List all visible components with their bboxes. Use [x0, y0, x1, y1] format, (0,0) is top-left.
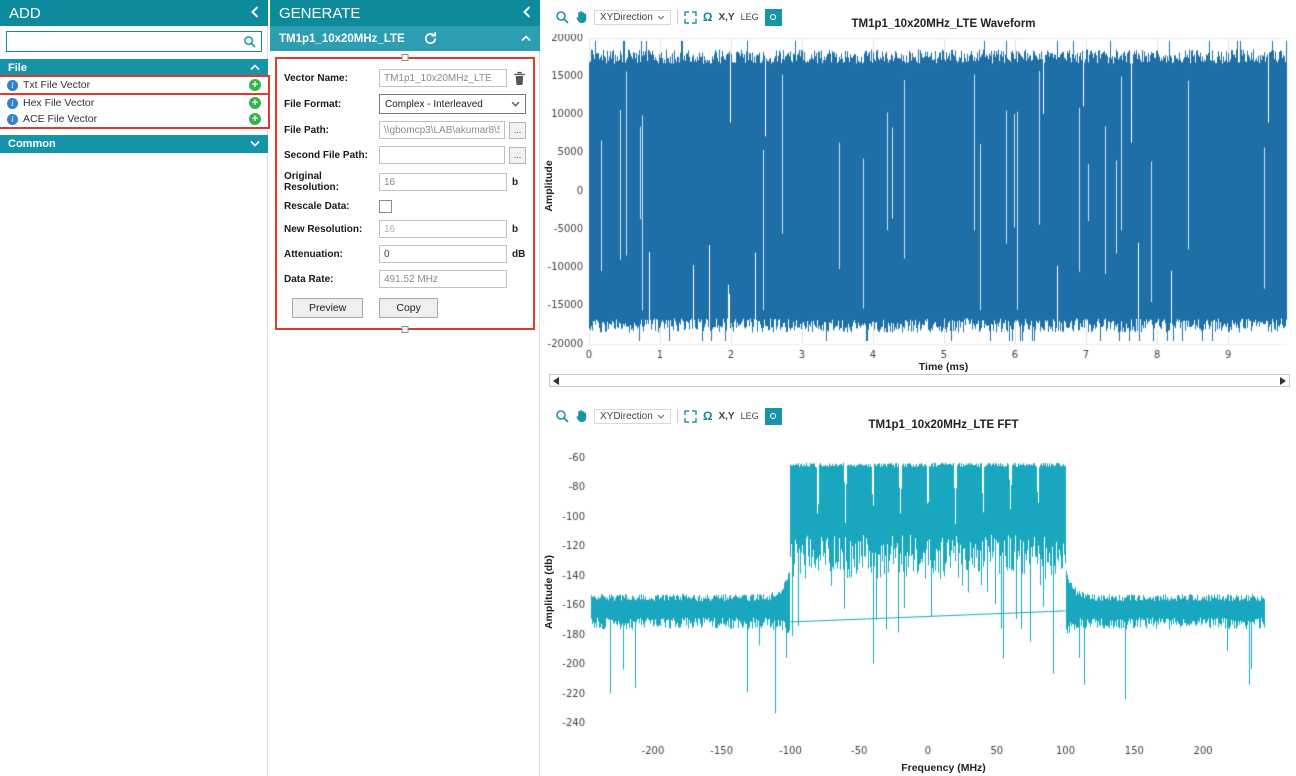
vector-type-label: Txt File Vector: [23, 79, 90, 91]
attenuation-row: Attenuation: dB: [284, 245, 526, 263]
chevron-up-icon: [250, 62, 260, 74]
browse-file-button[interactable]: ...: [509, 122, 526, 139]
original-resolution-unit: b: [512, 177, 526, 188]
pan-hand-icon[interactable]: [575, 10, 588, 24]
vector-name-label: Vector Name:: [284, 73, 379, 84]
delete-vector-button[interactable]: [513, 71, 526, 85]
refresh-icon[interactable]: [423, 31, 438, 46]
rescale-data-label: Rescale Data:: [284, 201, 379, 212]
chevron-down-icon: [511, 99, 520, 110]
list-item-hex-file-vector[interactable]: i Hex File Vector +: [0, 95, 268, 111]
waveform-x-axis-label: Time (ms): [601, 361, 1286, 373]
file-format-label: File Format:: [284, 99, 379, 110]
vector-tab-bar[interactable]: TM1p1_10x20MHz_LTE: [270, 26, 540, 51]
add-panel: ADD File i Txt File Vector +: [0, 0, 268, 776]
add-panel-header: ADD: [0, 0, 268, 26]
add-icon[interactable]: +: [249, 113, 261, 125]
scroll-left-icon[interactable]: [553, 377, 559, 385]
txt-vector-highlight-box: i Txt File Vector +: [0, 77, 268, 93]
fft-chart-title: TM1p1_10x20MHz_LTE FFT: [601, 419, 1286, 431]
common-section-label: Common: [8, 138, 56, 150]
chevron-up-icon[interactable]: [521, 35, 531, 42]
zoom-icon[interactable]: [555, 409, 569, 423]
fft-x-axis-label: Frequency (MHz): [601, 762, 1286, 774]
add-icon[interactable]: +: [249, 97, 261, 109]
vector-name-field[interactable]: [379, 69, 507, 87]
scroll-right-icon[interactable]: [1280, 377, 1286, 385]
search-icon[interactable]: [243, 35, 256, 51]
charts-area: XYDirection Ω X,Y LEG TM1p1_10x20MHz_LTE…: [541, 0, 1296, 776]
info-icon[interactable]: i: [7, 80, 18, 91]
generate-form-highlight-box: Vector Name: File Format: Complex - Inte…: [275, 57, 535, 330]
vector-type-label: Hex File Vector: [23, 97, 94, 109]
new-resolution-label: New Resolution:: [284, 224, 379, 235]
file-format-value: Complex - Interleaved: [385, 99, 483, 110]
new-resolution-row: New Resolution: b: [284, 220, 526, 238]
rescale-data-checkbox[interactable]: [379, 200, 392, 213]
search-area: [0, 26, 268, 59]
preview-button[interactable]: Preview: [292, 298, 363, 318]
data-rate-row: Data Rate:: [284, 270, 526, 288]
generate-panel-title: GENERATE: [279, 5, 360, 22]
file-path-label: File Path:: [284, 125, 379, 136]
add-icon[interactable]: +: [249, 79, 261, 91]
second-file-path-field[interactable]: [379, 146, 505, 164]
search-input[interactable]: [6, 31, 262, 52]
original-resolution-field[interactable]: [379, 173, 507, 191]
vector-type-label: ACE File Vector: [23, 113, 97, 125]
waveform-chart-title: TM1p1_10x20MHz_LTE Waveform: [601, 18, 1286, 30]
file-section-label: File: [8, 62, 27, 74]
generate-panel: GENERATE TM1p1_10x20MHz_LTE Vector Name:: [270, 0, 540, 776]
browse-second-file-button[interactable]: ...: [509, 147, 526, 164]
file-format-row: File Format: Complex - Interleaved: [284, 94, 526, 114]
other-vectors-highlight-box: i Hex File Vector + i ACE File Vector +: [0, 95, 268, 127]
new-resolution-field[interactable]: [379, 220, 507, 238]
rescale-data-row: Rescale Data:: [284, 200, 526, 213]
common-section-header[interactable]: Common: [0, 135, 268, 153]
attenuation-unit: dB: [512, 249, 526, 260]
info-icon[interactable]: i: [7, 114, 18, 125]
collapse-left-icon[interactable]: [251, 5, 259, 22]
attenuation-field[interactable]: [379, 245, 507, 263]
list-item-ace-file-vector[interactable]: i ACE File Vector +: [0, 111, 268, 127]
pan-hand-icon[interactable]: [575, 409, 588, 423]
info-icon[interactable]: i: [7, 98, 18, 109]
original-resolution-label: Original Resolution:: [284, 171, 379, 193]
file-section-header[interactable]: File: [0, 59, 268, 77]
fft-plot[interactable]: [545, 436, 1293, 762]
file-path-field[interactable]: [379, 121, 505, 139]
add-panel-title: ADD: [9, 5, 41, 22]
form-buttons: Preview Copy: [284, 298, 526, 318]
generate-panel-header: GENERATE: [270, 0, 540, 26]
data-rate-field[interactable]: [379, 270, 507, 288]
copy-button[interactable]: Copy: [379, 298, 438, 318]
collapse-left-icon[interactable]: [523, 5, 531, 22]
selection-handle-bottom[interactable]: [402, 326, 409, 333]
file-path-row: File Path: ...: [284, 121, 526, 139]
second-file-path-row: Second File Path: ...: [284, 146, 526, 164]
selection-handle-top[interactable]: [402, 54, 409, 61]
file-format-dropdown[interactable]: Complex - Interleaved: [379, 94, 526, 114]
new-resolution-unit: b: [512, 224, 526, 235]
list-item-txt-file-vector[interactable]: i Txt File Vector +: [0, 77, 268, 93]
data-rate-label: Data Rate:: [284, 274, 379, 285]
zoom-icon[interactable]: [555, 10, 569, 24]
vector-name-row: Vector Name:: [284, 69, 526, 87]
original-resolution-row: Original Resolution: b: [284, 171, 526, 193]
chevron-down-icon: [250, 138, 260, 150]
waveform-scrollbar[interactable]: [549, 374, 1290, 387]
second-file-path-label: Second File Path:: [284, 150, 379, 161]
attenuation-label: Attenuation:: [284, 249, 379, 260]
waveform-plot[interactable]: [545, 34, 1293, 364]
waveform-tool-window: ADD File i Txt File Vector +: [0, 0, 1296, 776]
vector-tab-label: TM1p1_10x20MHz_LTE: [279, 33, 405, 45]
